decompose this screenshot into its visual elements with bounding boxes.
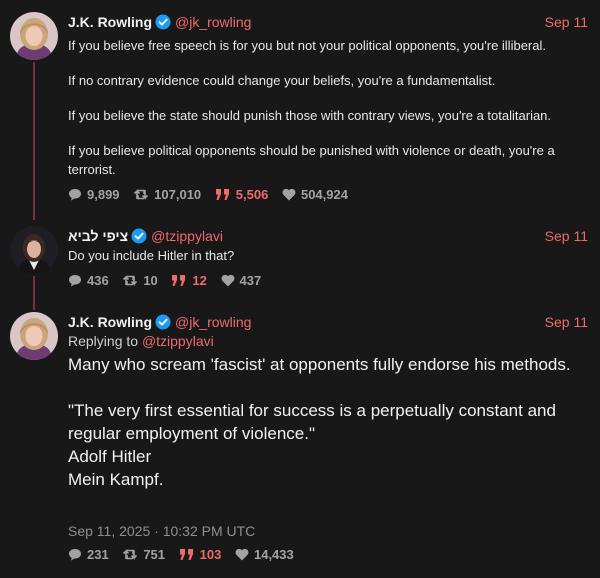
retweet-stat[interactable]: 107,010 [133,187,201,202]
tweet-timestamp[interactable]: Sep 11, 2025 · 10:32 PM UTC [68,523,255,539]
like-count: 504,924 [300,187,348,202]
tweet-date[interactable]: Sep 11 [545,226,588,246]
reply-count: 9,899 [87,187,120,202]
replying-to: Replying to @tzippylavi [68,333,214,349]
like-stat[interactable]: 437 [221,273,262,288]
retweet-stat[interactable]: 751 [122,547,165,562]
quote-icon [179,549,193,560]
like-count: 14,433 [253,547,294,562]
comment-icon [69,549,81,561]
tweet-paragraph: Mein Kampf. [68,470,164,489]
reply-stat[interactable]: 9,899 [68,187,120,202]
tweet-paragraph: If you believe political opponents shoul… [68,143,555,177]
tzippy-lavi-avatar[interactable] [10,226,58,274]
author-handle[interactable]: @jk_rowling [175,314,251,330]
tweet-paragraph: Do you include Hitler in that? [68,248,235,263]
tweet-paragraph: If you believe free speech is for you bu… [68,38,546,53]
jk-rowling-avatar[interactable] [10,312,58,360]
retweet-icon [123,549,138,560]
reply-stat[interactable]: 231 [68,547,109,562]
retweet-count: 10 [143,273,158,288]
author-handle[interactable]: @tzippylavi [151,228,223,244]
replying-to-handle[interactable]: @tzippylavi [142,333,214,349]
verified-badge-icon [155,314,171,335]
retweet-stat[interactable]: 10 [122,273,158,288]
heart-icon [221,274,234,287]
tweet-stats: 231 751 103 14,433 [68,547,304,565]
reply-stat[interactable]: 436 [68,273,109,288]
quote-stat[interactable]: 12 [171,273,207,288]
tweet-header: J.K. Rowling @jk_rowling Sep 11 [68,12,588,32]
tweet-stats: 9,899 107,010 5,506 504,924 [68,187,358,205]
quote-count: 5,506 [235,187,269,202]
retweet-count: 751 [143,547,166,562]
reply-count: 231 [87,547,109,562]
verified-badge-icon [155,14,171,35]
tweet-paragraph: Adolf Hitler [68,447,152,466]
tweet-thread: J.K. Rowling @jk_rowling Sep 11 If you be… [0,0,600,578]
quote-icon [215,189,229,200]
quote-stat[interactable]: 103 [179,547,222,562]
heart-icon [235,548,249,561]
author-name[interactable]: J.K. Rowling [68,314,152,330]
comment-icon [69,189,81,201]
jk-rowling-avatar[interactable] [10,12,58,60]
quote-count: 12 [192,273,207,288]
quote-icon [172,275,186,286]
quote-stat[interactable]: 5,506 [215,187,269,202]
tweet-paragraph: If you believe the state should punish t… [68,108,552,123]
tweet-paragraph: If no contrary evidence could change you… [68,73,496,88]
tweet[interactable]: J.K. Rowling @jk_rowling Sep 11 Replying … [0,312,600,572]
author-handle[interactable]: @jk_rowling [175,14,251,30]
tweet-header: J.K. Rowling @jk_rowling Sep 11 [68,312,588,332]
like-count: 437 [239,273,262,288]
retweet-icon [123,275,138,286]
heart-icon [282,188,296,201]
tweet-text: Do you include Hitler in that? [68,246,588,265]
author-name[interactable]: ציפי לביא [68,228,128,244]
replying-prefix: Replying to [68,333,139,349]
tweet-paragraph: Many who scream 'fascist' at opponents f… [68,355,571,374]
retweet-icon [134,189,149,200]
retweet-count: 107,010 [154,187,202,202]
tweet-stats: 436 10 12 437 [68,273,271,291]
like-stat[interactable]: 14,433 [235,547,294,562]
reply-count: 436 [87,273,109,288]
tweet-header: ציפי לביא @tzippylavi Sep 11 [68,226,588,246]
tweet-date[interactable]: Sep 11 [545,312,588,332]
tweet-paragraph: "The very first essential for success is… [68,401,556,443]
author-name[interactable]: J.K. Rowling [68,14,152,30]
tweet-text: Many who scream 'fascist' at opponents f… [68,353,588,491]
quote-count: 103 [199,547,222,562]
like-stat[interactable]: 504,924 [282,187,348,202]
tweet[interactable]: J.K. Rowling @jk_rowling Sep 11 If you be… [0,12,600,212]
comment-icon [69,275,81,287]
tweet-text: If you believe free speech is for you bu… [68,36,588,179]
tweet[interactable]: ציפי לביא @tzippylavi Sep 11 Do you inclu… [0,226,600,296]
tweet-date[interactable]: Sep 11 [545,12,588,32]
